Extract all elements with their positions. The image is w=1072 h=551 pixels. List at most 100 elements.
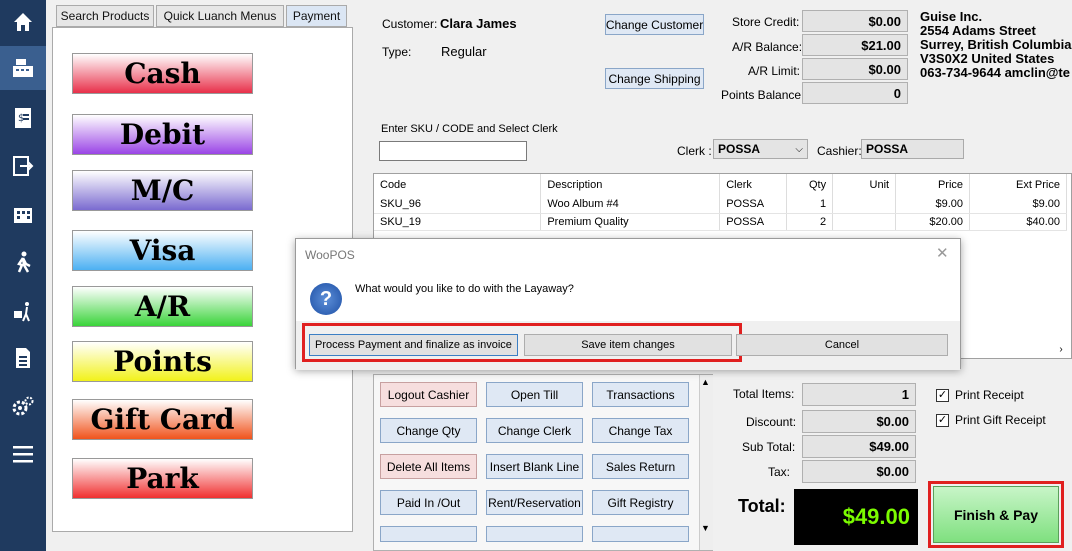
save-item-changes-button[interactable]: Save item changes: [524, 334, 732, 356]
cell-description: Premium Quality: [540, 213, 721, 231]
finish-pay-button[interactable]: Finish & Pay: [933, 486, 1059, 543]
discount-label: Discount:: [746, 415, 797, 429]
process-payment-button[interactable]: Process Payment and finalize as invoice: [309, 334, 518, 356]
scroll-right-icon[interactable]: ›: [1054, 344, 1068, 358]
transactions-button[interactable]: Transactions: [592, 382, 689, 407]
tab-search-products[interactable]: Search Products: [56, 5, 154, 27]
report-icon[interactable]: [0, 336, 46, 380]
insert-blank-line-button[interactable]: Insert Blank Line: [486, 454, 583, 479]
change-tax-button[interactable]: Change Tax: [592, 418, 689, 443]
cell-qty: 1: [786, 196, 834, 214]
sign-out-icon[interactable]: [0, 144, 46, 188]
points-balance-label: Points Balance:: [721, 88, 805, 102]
col-qty[interactable]: Qty: [786, 174, 834, 196]
col-description[interactable]: Description: [540, 174, 721, 196]
change-customer-button[interactable]: Change Customer: [605, 14, 704, 35]
debit-button[interactable]: Debit: [72, 114, 253, 155]
table-row[interactable]: SKU_96 Woo Album #4 POSSA 1 $9.00 $9.00: [374, 196, 1067, 214]
ar-button[interactable]: A/R: [72, 286, 253, 327]
scroll-down-icon[interactable]: ▼: [701, 523, 710, 533]
tax-value: $0.00: [802, 460, 916, 483]
change-clerk-button[interactable]: Change Clerk: [486, 418, 583, 443]
ar-limit-value: $0.00: [802, 58, 908, 80]
subtotal-value: $49.00: [802, 435, 916, 458]
walking-customer-icon[interactable]: [0, 240, 46, 284]
cell-qty: 2: [786, 213, 834, 231]
cell-price: $9.00: [895, 196, 971, 214]
cancel-button[interactable]: Cancel: [736, 334, 948, 356]
total-display: $49.00: [794, 489, 918, 545]
cash-register-icon[interactable]: [0, 46, 46, 90]
cell-price: $20.00: [895, 213, 971, 231]
home-icon[interactable]: [0, 0, 46, 44]
col-price[interactable]: Price: [895, 174, 971, 196]
chevron-down-icon: ⌵: [795, 143, 803, 155]
scroll-up-icon[interactable]: ▲: [701, 377, 710, 387]
tab-payment[interactable]: Payment: [286, 5, 347, 27]
col-code[interactable]: Code: [374, 174, 542, 196]
tab-quick-launch-menus[interactable]: Quick Luanch Menus: [156, 5, 284, 27]
change-shipping-button[interactable]: Change Shipping: [605, 68, 704, 89]
cell-unit: [832, 213, 897, 231]
store-credit-value: $0.00: [802, 10, 908, 32]
tax-label: Tax:: [768, 465, 791, 479]
type-label: Type:: [382, 45, 412, 59]
sales-return-button[interactable]: Sales Return: [592, 454, 689, 479]
customer-label: Customer:: [382, 17, 438, 31]
clerk-label: Clerk :: [677, 144, 712, 158]
ar-balance-label: A/R Balance:: [732, 40, 803, 54]
dialog-message: What would you like to do with the Layaw…: [355, 283, 574, 295]
change-qty-button[interactable]: Change Qty: [380, 418, 477, 443]
cash-button[interactable]: Cash: [72, 53, 253, 94]
table-row[interactable]: SKU_19 Premium Quality POSSA 2 $20.00 $4…: [374, 213, 1067, 231]
clerk-select[interactable]: POSSA ⌵: [713, 139, 808, 159]
close-icon[interactable]: ✕: [936, 244, 949, 262]
open-till-button[interactable]: Open Till: [486, 382, 583, 407]
points-button[interactable]: Points: [72, 341, 253, 382]
points-balance-value: 0: [802, 82, 908, 104]
question-icon: ?: [310, 283, 342, 315]
settings-icon[interactable]: [0, 384, 46, 428]
col-unit[interactable]: Unit: [832, 174, 897, 196]
menu-icon[interactable]: [0, 432, 46, 476]
company-name: Guise Inc.: [920, 9, 983, 24]
cell-unit: [832, 196, 897, 214]
store-credit-label: Store Credit:: [732, 15, 800, 29]
mastercard-button[interactable]: M/C: [72, 170, 253, 211]
gift-registry-button[interactable]: Gift Registry: [592, 490, 689, 515]
gift-card-button[interactable]: Gift Card: [72, 399, 253, 440]
partial-button[interactable]: [380, 526, 477, 542]
rent-reservation-button[interactable]: Rent/Reservation: [486, 490, 583, 515]
delete-all-items-button[interactable]: Delete All Items: [380, 454, 477, 479]
cell-ext-price: $9.00: [969, 196, 1067, 214]
cashier-label: Cashier:: [817, 144, 862, 158]
total-items-value: 1: [802, 383, 916, 406]
sku-input[interactable]: [379, 141, 527, 161]
layaway-dialog: WooPOS ✕ ? What would you like to do wit…: [295, 238, 961, 370]
visa-button[interactable]: Visa: [72, 230, 253, 271]
print-gift-receipt-checkbox[interactable]: ✓: [936, 414, 949, 427]
logout-cashier-button[interactable]: Logout Cashier: [380, 382, 477, 407]
actions-panel: Logout Cashier Open Till Transactions Ch…: [373, 374, 713, 551]
col-clerk[interactable]: Clerk: [719, 174, 788, 196]
actions-scrollbar[interactable]: ▲ ▼: [699, 375, 713, 550]
receipt-icon[interactable]: $: [0, 96, 46, 140]
customer-name: Clara James: [440, 16, 517, 31]
company-postal: V3S0X2 United States: [920, 51, 1055, 66]
delivery-icon[interactable]: [0, 290, 46, 334]
print-receipt-checkbox[interactable]: ✓: [936, 389, 949, 402]
cell-ext-price: $40.00: [969, 213, 1067, 231]
building-icon[interactable]: [0, 192, 46, 236]
paid-in-out-button[interactable]: Paid In /Out: [380, 490, 477, 515]
ar-balance-value: $21.00: [802, 34, 908, 56]
cell-clerk: POSSA: [719, 213, 788, 231]
cell-code: SKU_19: [374, 213, 542, 231]
ar-limit-label: A/R Limit:: [748, 64, 801, 78]
total-items-label: Total Items:: [733, 387, 795, 401]
partial-button[interactable]: [592, 526, 689, 542]
partial-button[interactable]: [486, 526, 583, 542]
cashier-value: POSSA: [861, 139, 964, 159]
col-ext-price[interactable]: Ext Price: [969, 174, 1067, 196]
sidebar: $: [0, 0, 46, 551]
park-button[interactable]: Park: [72, 458, 253, 499]
